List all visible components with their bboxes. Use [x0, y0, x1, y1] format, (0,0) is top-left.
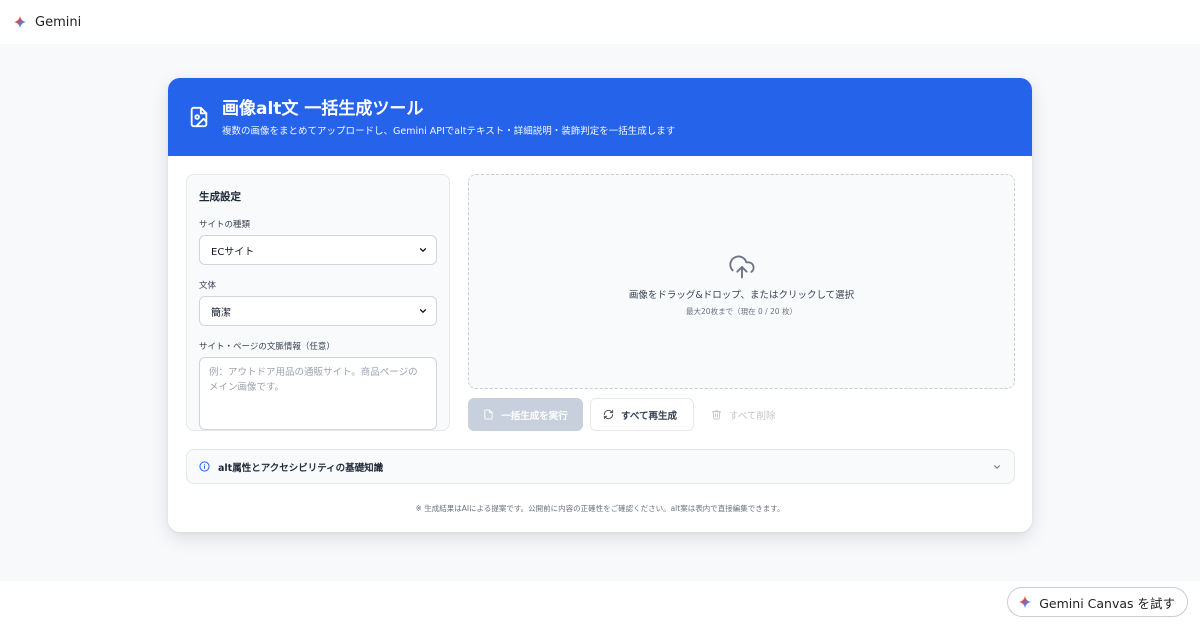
cloud-upload-icon	[728, 255, 754, 278]
style-value: 簡潔	[211, 307, 231, 319]
info-icon	[199, 461, 210, 472]
delete-label: すべて削除	[729, 410, 776, 422]
disclaimer-footnote: ※ 生成結果はAIによる提案です。公開前に内容の正確性をご確認ください。alt案…	[415, 504, 785, 513]
upload-dropzone[interactable]: 画像をドラッグ&ドロップ、またはクリックして選択 最大20枚まで（現在 0 / …	[468, 174, 1015, 389]
chevron-down-icon	[993, 464, 1001, 469]
site-type-value: ECサイト	[211, 246, 255, 258]
canvas-button-label: Gemini Canvas を試す	[1039, 595, 1175, 611]
accordion-title: alt属性とアクセシビリティの基礎知識	[218, 462, 384, 474]
chevron-down-icon	[419, 248, 427, 252]
tool-title: 画像alt文 一括生成ツール	[222, 98, 424, 119]
regenerate-button[interactable]: すべて再生成	[590, 398, 694, 431]
gemini-spark-icon	[13, 15, 27, 29]
delete-all-button[interactable]: すべて削除	[701, 398, 785, 431]
site-type-select[interactable]: ECサイト	[199, 235, 437, 265]
site-type-label: サイトの種類	[199, 220, 251, 230]
app-name: Gemini	[35, 14, 82, 30]
gemini-spark-icon	[1018, 595, 1033, 609]
style-select[interactable]: 簡潔	[199, 296, 437, 326]
tool-subtitle: 複数の画像をまとめてアップロードし、Gemini APIでaltテキスト・詳細説…	[222, 125, 676, 137]
context-label: サイト・ページの文脈情報（任意）	[199, 342, 335, 352]
refresh-icon	[603, 409, 614, 420]
generate-label: 一括生成を実行	[501, 410, 568, 422]
dropzone-title: 画像をドラッグ&ドロップ、またはクリックして選択	[628, 289, 855, 301]
image-file-icon	[190, 106, 208, 128]
tool-header: 画像alt文 一括生成ツール 複数の画像をまとめてアップロードし、Gemini …	[168, 78, 1032, 156]
action-bar: 一括生成を実行 すべて再生成 すべて削除	[468, 398, 785, 431]
settings-panel: 生成設定 サイトの種類 ECサイト 文体 簡潔 サイト・ページの文脈情報（任意）…	[186, 174, 450, 431]
regenerate-label: すべて再生成	[621, 410, 677, 422]
trash-icon	[711, 410, 722, 420]
context-textarea[interactable]: 例：アウトドア用品の通販サイト。商品ページのメイン画像です。	[199, 357, 437, 430]
dropzone-count: 最大20枚まで（現在 0 / 20 枚）	[686, 306, 797, 316]
alt-basics-accordion[interactable]: alt属性とアクセシビリティの基礎知識	[186, 449, 1015, 484]
top-bar: Gemini	[0, 0, 1200, 44]
generate-button[interactable]: 一括生成を実行	[468, 398, 583, 431]
try-gemini-canvas-button[interactable]: Gemini Canvas を試す	[1007, 587, 1188, 617]
settings-heading: 生成設定	[199, 191, 241, 203]
gemini-brand[interactable]: Gemini	[13, 15, 81, 30]
style-label: 文体	[199, 281, 217, 291]
chevron-down-icon	[419, 309, 427, 313]
tool-card: 画像alt文 一括生成ツール 複数の画像をまとめてアップロードし、Gemini …	[168, 78, 1032, 532]
sparkle-file-icon	[484, 409, 493, 420]
